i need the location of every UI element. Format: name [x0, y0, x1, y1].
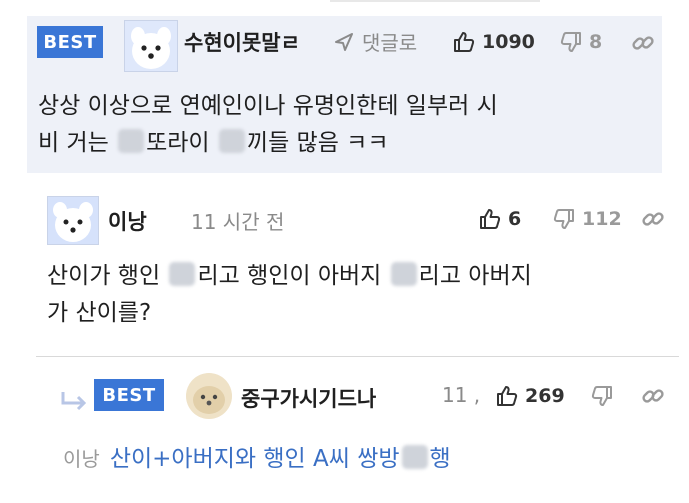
best-badge: BEST — [94, 379, 164, 411]
censored-text — [118, 129, 145, 153]
thumbs-up-icon — [480, 209, 501, 229]
puppy-avatar-image — [186, 373, 232, 419]
comment-time: 11 시간 전 — [191, 210, 285, 234]
reply-arrow-icon — [61, 392, 87, 411]
dislike-count: 112 — [582, 208, 622, 230]
username[interactable]: 중구가시기드나 — [241, 383, 376, 413]
like-count: 6 — [508, 208, 522, 230]
comment-body: 상상 이상으로 연예인이나 유명인한테 일부러 시 비 거는 또라이 끼들 많음… — [38, 88, 498, 162]
dislike-button[interactable]: 8 — [559, 30, 602, 54]
dislike-button[interactable]: 112 — [552, 207, 622, 231]
link-icon[interactable] — [640, 383, 666, 409]
censored-text — [401, 445, 428, 469]
reply-text: 산이+아버지와 행인 A씨 쌍방 — [109, 446, 400, 472]
dislike-button[interactable] — [590, 384, 620, 408]
avatar[interactable] — [47, 196, 99, 245]
like-button[interactable]: 269 — [495, 384, 565, 408]
comment-line: 비 거는 또라이 끼들 많음 ㅋㅋ — [38, 129, 389, 156]
avatar[interactable] — [186, 373, 232, 419]
like-count: 1090 — [482, 31, 535, 53]
censored-text — [218, 129, 245, 153]
best-badge: BEST — [37, 26, 103, 58]
like-count: 269 — [525, 385, 565, 407]
mention-username[interactable]: 이낭 — [63, 447, 100, 471]
thumbs-down-icon — [553, 209, 574, 229]
link-icon[interactable] — [630, 30, 656, 56]
comment-body: 이낭 산이+아버지와 행인 A씨 쌍방 행 — [63, 441, 451, 478]
reply-text: 행 — [429, 446, 451, 472]
comment-line: 상상 이상으로 연예인이나 유명인한테 일부러 시 — [38, 93, 498, 119]
link-icon[interactable] — [640, 206, 666, 232]
reply-divider — [36, 356, 679, 357]
comment-line: 가 산이를? — [47, 300, 152, 326]
dog-avatar-image — [48, 197, 98, 244]
comment-line: 산이가 행인 리고 행인이 아버지 리고 아버지 — [47, 262, 532, 289]
thumbs-down-icon — [560, 32, 581, 52]
comment-time: 11 , — [442, 383, 481, 407]
send-icon — [335, 32, 353, 51]
censored-text — [169, 262, 196, 286]
like-button[interactable]: 6 — [478, 207, 521, 231]
username[interactable]: 수현이못말ㄹ — [184, 27, 324, 57]
dog-avatar-image — [125, 21, 177, 71]
top-divider — [330, 0, 540, 2]
comment-body: 산이가 행인 리고 행인이 아버지 리고 아버지 가 산이를? — [47, 258, 532, 332]
reply-link[interactable]: 댓글로 — [334, 27, 417, 56]
avatar[interactable] — [124, 20, 178, 72]
dislike-count: 8 — [589, 31, 603, 53]
censored-text — [390, 262, 417, 286]
thumbs-down-icon — [591, 386, 612, 406]
thumbs-up-icon — [454, 32, 475, 52]
like-button[interactable]: 1090 — [452, 30, 535, 54]
thumbs-up-icon — [497, 386, 518, 406]
username[interactable]: 이낭 — [108, 206, 147, 236]
reply-label: 댓글로 — [362, 31, 418, 55]
